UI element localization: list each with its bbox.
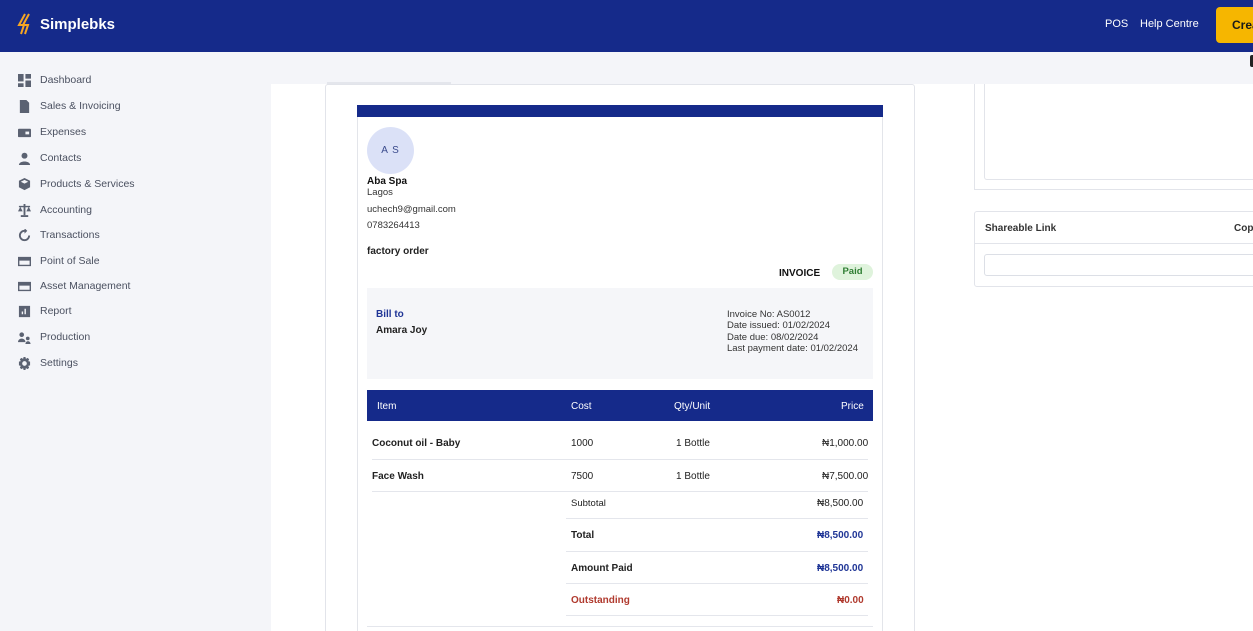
people-icon — [18, 331, 31, 344]
sidebar-item-label: Point of Sale — [40, 255, 100, 267]
sidebar-item-asset-management[interactable]: Asset Management — [18, 278, 130, 294]
top-header: Simplebks POS Help Centre Create — [0, 0, 1253, 52]
status-badge: Paid — [832, 264, 873, 280]
sidebar-item-transactions[interactable]: Transactions — [18, 227, 100, 243]
sidebar-item-label: Report — [40, 305, 72, 317]
sidebar-item-products-services[interactable]: Products & Services — [18, 176, 135, 192]
sidebar-item-label: Products & Services — [40, 178, 135, 190]
sidebar-item-label: Production — [40, 331, 91, 343]
column-header-price: Price — [841, 401, 864, 412]
panel-divider — [975, 243, 1253, 244]
logo-icon — [17, 13, 30, 35]
sidebar-item-label: Contacts — [40, 152, 82, 164]
row-item-qty: 1 Bottle — [676, 471, 710, 482]
card-icon — [18, 256, 31, 266]
row-item-price: ₦7,500.00 — [822, 471, 869, 482]
invoice-number: Invoice No: AS0012 — [727, 309, 811, 320]
business-city: Lagos — [367, 187, 393, 198]
column-header-item: Item — [377, 401, 397, 412]
invoice-top-bar — [357, 105, 883, 117]
sidebar-item-expenses[interactable]: Expenses — [18, 124, 86, 140]
row-divider — [566, 551, 868, 552]
sidebar-item-sales-invoicing[interactable]: Sales & Invoicing — [18, 98, 121, 114]
gear-icon — [18, 356, 31, 370]
sidebar-item-label: Accounting — [40, 204, 92, 216]
sidebar-item-production[interactable]: Production — [18, 329, 90, 345]
wallet-icon — [18, 128, 31, 137]
document-icon — [19, 99, 30, 113]
items-table-header — [367, 390, 873, 421]
person-icon — [18, 152, 31, 165]
date-issued: Date issued: 01/02/2024 — [727, 320, 830, 331]
sidebar-item-label: Asset Management — [40, 280, 131, 292]
scale-icon — [18, 203, 31, 217]
sidebar-item-label: Expenses — [40, 126, 87, 138]
business-email: uchech9@gmail.com — [367, 204, 456, 215]
sidebar-item-label: Settings — [40, 357, 78, 369]
notes-textarea[interactable] — [984, 84, 1253, 180]
shareable-link-title: Shareable Link — [985, 223, 1057, 234]
business-phone: 0783264413 — [367, 220, 420, 231]
invoice-note: factory order — [367, 246, 429, 257]
sidebar-item-label: Sales & Invoicing — [40, 100, 121, 112]
sidebar-item-report[interactable]: Report — [18, 303, 72, 319]
sidebar-item-dashboard[interactable]: Dashboard — [18, 72, 91, 88]
row-divider — [566, 518, 868, 519]
invoice-title: INVOICE — [779, 268, 821, 279]
row-divider — [372, 459, 868, 460]
create-button[interactable]: Create — [1216, 7, 1253, 43]
date-due: Date due: 08/02/2024 — [727, 332, 819, 343]
row-divider — [566, 615, 868, 616]
sidebar-item-label: Transactions — [40, 229, 100, 241]
refresh-icon — [18, 228, 31, 241]
row-item-name: Face Wash — [372, 471, 424, 482]
business-name: Aba Spa — [367, 176, 408, 187]
sidebar-item-contacts[interactable]: Contacts — [18, 150, 81, 166]
sidebar-item-settings[interactable]: Settings — [18, 355, 78, 371]
row-item-cost: 1000 — [571, 438, 594, 449]
column-header-cost: Cost — [571, 401, 592, 412]
last-payment-date: Last payment date: 01/02/2024 — [727, 343, 858, 354]
brand-logo[interactable]: Simplebks — [16, 13, 115, 35]
row-item-name: Coconut oil - Baby — [372, 438, 461, 449]
row-divider — [372, 491, 868, 492]
outstanding-value: ₦0.00 — [837, 595, 864, 606]
sidebar-item-label: Dashboard — [40, 74, 92, 86]
brand-name: Simplebks — [40, 15, 116, 33]
copy-link-button[interactable]: Copy — [1234, 223, 1253, 234]
row-divider — [566, 583, 868, 584]
shareable-link-input[interactable] — [984, 254, 1253, 276]
outstanding-label: Outstanding — [571, 595, 630, 606]
customer-name: Amara Joy — [376, 325, 428, 336]
sidebar-item-accounting[interactable]: Accounting — [18, 202, 92, 218]
amount-paid-label: Amount Paid — [571, 563, 633, 574]
card-icon — [18, 281, 31, 291]
row-item-qty: 1 Bottle — [676, 438, 710, 449]
nav-pos-link[interactable]: POS — [1105, 18, 1128, 30]
column-header-qty: Qty/Unit — [674, 401, 711, 412]
total-value: ₦8,500.00 — [817, 530, 864, 541]
business-avatar: A S — [367, 127, 414, 174]
report-icon — [18, 305, 31, 317]
row-divider — [367, 626, 873, 627]
dashboard-icon — [18, 73, 31, 87]
box-icon — [18, 177, 31, 190]
nav-help-centre-link[interactable]: Help Centre — [1140, 18, 1199, 30]
row-item-price: ₦1,000.00 — [822, 438, 869, 449]
subtotal-label: Subtotal — [571, 498, 606, 509]
sidebar-item-point-of-sale[interactable]: Point of Sale — [18, 253, 100, 269]
row-item-cost: 7500 — [571, 471, 594, 482]
total-label: Total — [571, 530, 595, 541]
subtotal-value: ₦8,500.00 — [817, 498, 864, 509]
amount-paid-value: ₦8,500.00 — [817, 563, 864, 574]
bill-to-label: Bill to — [376, 309, 404, 320]
